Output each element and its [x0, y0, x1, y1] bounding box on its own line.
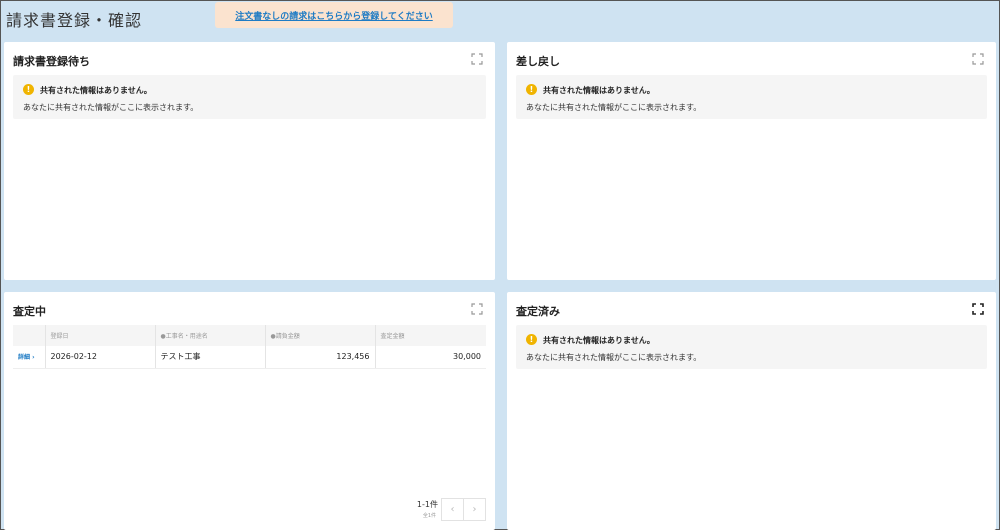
notice-title: 共有された情報はありません。: [543, 336, 655, 345]
assessing-table: 登録日 ●工事名・用途名 ●請負金額 査定金額 詳細 › 2026-02-12 …: [13, 325, 486, 369]
table-row: 詳細 › 2026-02-12 テスト工事 123,456 30,000: [13, 346, 486, 369]
panel-assessed: 査定済み ! 共有された情報はありません。 あなたに共有された情報がここに表示さ…: [507, 292, 996, 530]
column-header-contract: ●請負金額: [265, 325, 376, 346]
pager-range: 1-1件: [416, 500, 438, 509]
panel-title: 差し戻し: [516, 55, 560, 68]
column-header-action: [13, 325, 46, 346]
prev-page-button[interactable]: ‹: [441, 498, 464, 521]
cell-contract-amount: 123,456: [265, 346, 376, 369]
warning-icon: !: [526, 84, 537, 95]
cell-name: テスト工事: [155, 346, 266, 369]
column-header-date: 登録日: [45, 325, 156, 346]
page-title: 請求書登録・確認: [6, 11, 143, 30]
empty-notice: ! 共有された情報はありません。 あなたに共有された情報がここに表示されます。: [516, 75, 987, 119]
warning-icon: !: [526, 334, 537, 345]
column-header-assessed: 査定金額: [375, 325, 486, 346]
expand-icon[interactable]: [471, 303, 483, 315]
panel-returned: 差し戻し ! 共有された情報はありません。 あなたに共有された情報がここに表示さ…: [507, 42, 996, 280]
cell-assessed-amount: 30,000: [375, 346, 486, 369]
panel-title: 請求書登録待ち: [13, 55, 90, 68]
empty-notice: ! 共有された情報はありません。 あなたに共有された情報がここに表示されます。: [516, 325, 987, 369]
expand-icon[interactable]: [471, 53, 483, 65]
expand-icon[interactable]: [972, 303, 984, 315]
notice-title: 共有された情報はありません。: [40, 86, 152, 95]
warning-icon: !: [23, 84, 34, 95]
register-without-order-link[interactable]: 注文書なしの請求はこちらから登録してください: [215, 2, 453, 28]
detail-link[interactable]: 詳細 ›: [18, 354, 35, 361]
notice-description: あなたに共有された情報がここに表示されます。: [526, 103, 702, 112]
table-header-row: 登録日 ●工事名・用途名 ●請負金額 査定金額: [13, 325, 486, 346]
column-header-name: ●工事名・用途名: [155, 325, 266, 346]
panel-title: 査定中: [13, 305, 46, 318]
panel-title: 査定済み: [516, 305, 560, 318]
notice-description: あなたに共有された情報がここに表示されます。: [526, 353, 702, 362]
pager-total: 全1件: [422, 513, 436, 519]
panel-pending: 請求書登録待ち ! 共有された情報はありません。 あなたに共有された情報がここに…: [4, 42, 495, 280]
cell-date: 2026-02-12: [45, 346, 156, 369]
notice-title: 共有された情報はありません。: [543, 86, 655, 95]
panel-assessing: 査定中 登録日 ●工事名・用途名 ●請負金額 査定金額 詳細 › 2026-02…: [4, 292, 495, 530]
next-page-button[interactable]: ›: [463, 498, 486, 521]
notice-description: あなたに共有された情報がここに表示されます。: [23, 103, 199, 112]
expand-icon[interactable]: [972, 53, 984, 65]
empty-notice: ! 共有された情報はありません。 あなたに共有された情報がここに表示されます。: [13, 75, 486, 119]
